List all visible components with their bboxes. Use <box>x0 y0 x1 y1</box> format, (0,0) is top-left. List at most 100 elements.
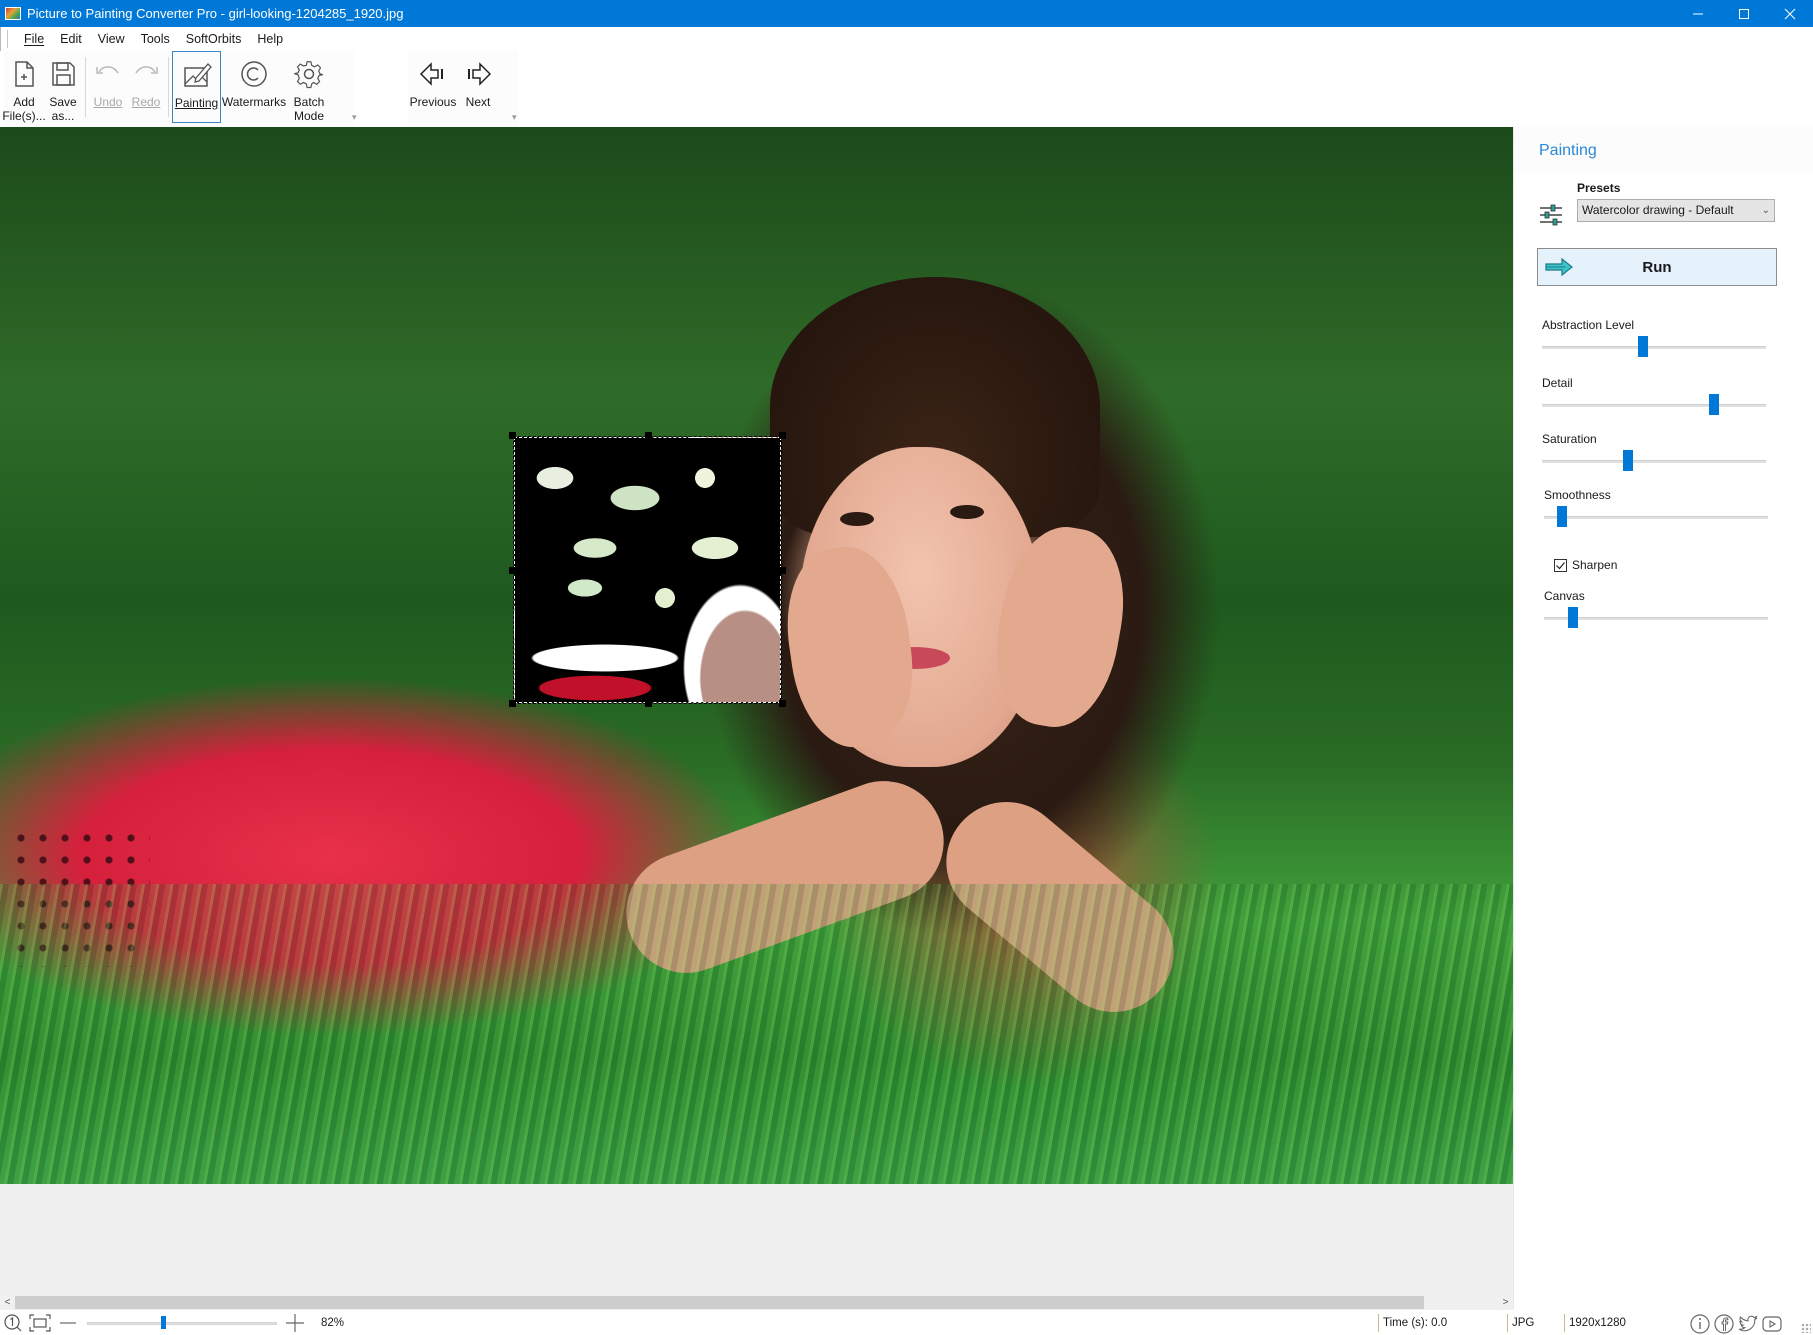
sharpen-label: Sharpen <box>1572 558 1618 572</box>
format-readout: JPG <box>1507 1314 1534 1332</box>
selection-handle[interactable] <box>509 432 516 439</box>
horizontal-scrollbar[interactable]: < > <box>0 1295 1513 1310</box>
panel-title: Painting <box>1514 127 1813 173</box>
selection-handle[interactable] <box>645 700 652 707</box>
twitter-icon[interactable] <box>1737 1313 1759 1335</box>
selection-handle[interactable] <box>509 567 516 574</box>
presets-dropdown[interactable]: Watercolor drawing - Default ⌄ <box>1577 199 1775 222</box>
slider-rail <box>1544 617 1768 620</box>
scroll-left-button[interactable]: < <box>0 1295 15 1310</box>
minus-icon <box>60 1321 76 1324</box>
zoom-actual-size-icon <box>4 1313 22 1331</box>
selection-handle[interactable] <box>645 432 652 439</box>
add-file-icon <box>15 61 34 87</box>
menu-softorbits[interactable]: SoftOrbits <box>178 32 250 46</box>
actual-size-button[interactable] <box>3 1313 23 1333</box>
slider-thumb[interactable] <box>1567 607 1578 628</box>
toolbar-separator <box>168 57 169 117</box>
menu-tools[interactable]: Tools <box>133 32 178 46</box>
sharpen-checkbox[interactable] <box>1554 558 1567 572</box>
smoothness-slider[interactable] <box>1544 506 1768 528</box>
menu-edit[interactable]: Edit <box>52 32 90 46</box>
zoom-slider-thumb[interactable] <box>161 1315 166 1329</box>
chevron-down-icon: ⌄ <box>1761 205 1770 216</box>
selection-handle[interactable] <box>779 700 786 707</box>
maximize-button[interactable] <box>1721 0 1767 27</box>
selection-handle[interactable] <box>779 567 786 574</box>
menu-help[interactable]: Help <box>249 32 291 46</box>
run-label: Run <box>1642 258 1672 276</box>
checkmark-icon <box>1556 561 1565 569</box>
zoom-percent: 82% <box>321 1316 345 1329</box>
minimize-button[interactable] <box>1675 0 1721 27</box>
zoom-slider-rail <box>87 1321 277 1325</box>
selection-handle[interactable] <box>779 432 786 439</box>
painting-button[interactable]: Painting <box>172 51 221 123</box>
image-canvas[interactable] <box>0 127 1513 1295</box>
app-icon <box>5 7 21 20</box>
previous-button[interactable]: Previous <box>408 51 458 123</box>
canvas-label: Canvas <box>1544 589 1585 603</box>
watermarks-button[interactable]: Watermarks <box>221 51 287 123</box>
slider-thumb[interactable] <box>1708 394 1719 415</box>
previous-label: Previous <box>409 95 457 109</box>
menu-file[interactable]: File <box>16 32 52 46</box>
toolbar-main-group: Add File(s)... Save as... Undo Redo Pain… <box>2 51 357 127</box>
scroll-track[interactable] <box>15 1295 1498 1310</box>
run-button[interactable]: Run <box>1537 248 1777 286</box>
run-arrow-icon <box>1545 257 1573 277</box>
add-files-label-2: File(s)... <box>2 109 46 123</box>
photo-grass <box>0 884 1513 1184</box>
sharpen-checkbox-row[interactable]: Sharpen <box>1554 558 1617 572</box>
close-button[interactable] <box>1767 0 1813 27</box>
toolbar-overflow-icon[interactable]: ▾ <box>512 112 517 123</box>
zoom-in-button[interactable] <box>285 1313 305 1333</box>
canvas-slider[interactable] <box>1544 607 1768 629</box>
undo-icon <box>96 66 119 74</box>
redo-icon <box>135 66 158 74</box>
toolbar-separator <box>85 57 86 117</box>
undo-button[interactable]: Undo <box>89 51 127 123</box>
zoom-slider[interactable] <box>87 1313 277 1333</box>
zoom-out-button[interactable] <box>59 1314 77 1332</box>
plus-icon <box>286 1313 304 1332</box>
slider-rail <box>1544 516 1768 519</box>
menu-view[interactable]: View <box>90 32 133 46</box>
info-icon[interactable] <box>1689 1313 1711 1335</box>
minimize-icon <box>1693 13 1703 14</box>
smoothness-control: Smoothness <box>1544 488 1774 528</box>
batch-mode-label-1: Batch <box>293 95 325 109</box>
window-title: Picture to Painting Converter Pro - girl… <box>27 6 404 21</box>
saturation-slider[interactable] <box>1542 450 1766 472</box>
smoothness-label: Smoothness <box>1544 488 1611 502</box>
slider-thumb[interactable] <box>1638 336 1649 357</box>
slider-thumb[interactable] <box>1556 506 1567 527</box>
add-files-button[interactable]: Add File(s)... <box>2 51 46 123</box>
title-bar: Picture to Painting Converter Pro - girl… <box>0 0 1813 27</box>
batch-mode-button[interactable]: Batch Mode <box>287 51 331 123</box>
save-as-button[interactable]: Save as... <box>44 51 82 123</box>
maximize-icon <box>1739 8 1749 19</box>
fit-to-window-icon <box>29 1313 51 1332</box>
abstraction-level-slider[interactable] <box>1542 336 1766 358</box>
previous-arrow-icon <box>419 62 443 86</box>
redo-button[interactable]: Redo <box>127 51 165 123</box>
fit-to-window-button[interactable] <box>29 1313 51 1332</box>
youtube-icon[interactable] <box>1761 1313 1783 1335</box>
next-label: Next <box>465 95 491 109</box>
scroll-thumb[interactable] <box>15 1296 1424 1309</box>
toolbar-overflow-icon[interactable]: ▾ <box>352 112 357 123</box>
next-button[interactable]: Next <box>458 51 498 123</box>
scroll-right-button[interactable]: > <box>1498 1295 1513 1310</box>
batch-mode-label-2: Mode <box>293 109 325 123</box>
save-as-label-2: as... <box>51 109 75 123</box>
slider-thumb[interactable] <box>1623 450 1634 471</box>
slider-rail <box>1542 346 1766 349</box>
detail-slider[interactable] <box>1542 394 1766 416</box>
resize-grip[interactable] <box>1801 1323 1811 1333</box>
facebook-icon[interactable] <box>1713 1313 1735 1335</box>
preview-selection[interactable] <box>513 436 782 704</box>
time-readout: Time (s): 0.0 <box>1378 1314 1447 1332</box>
close-icon <box>1784 8 1796 19</box>
selection-handle[interactable] <box>509 700 516 707</box>
